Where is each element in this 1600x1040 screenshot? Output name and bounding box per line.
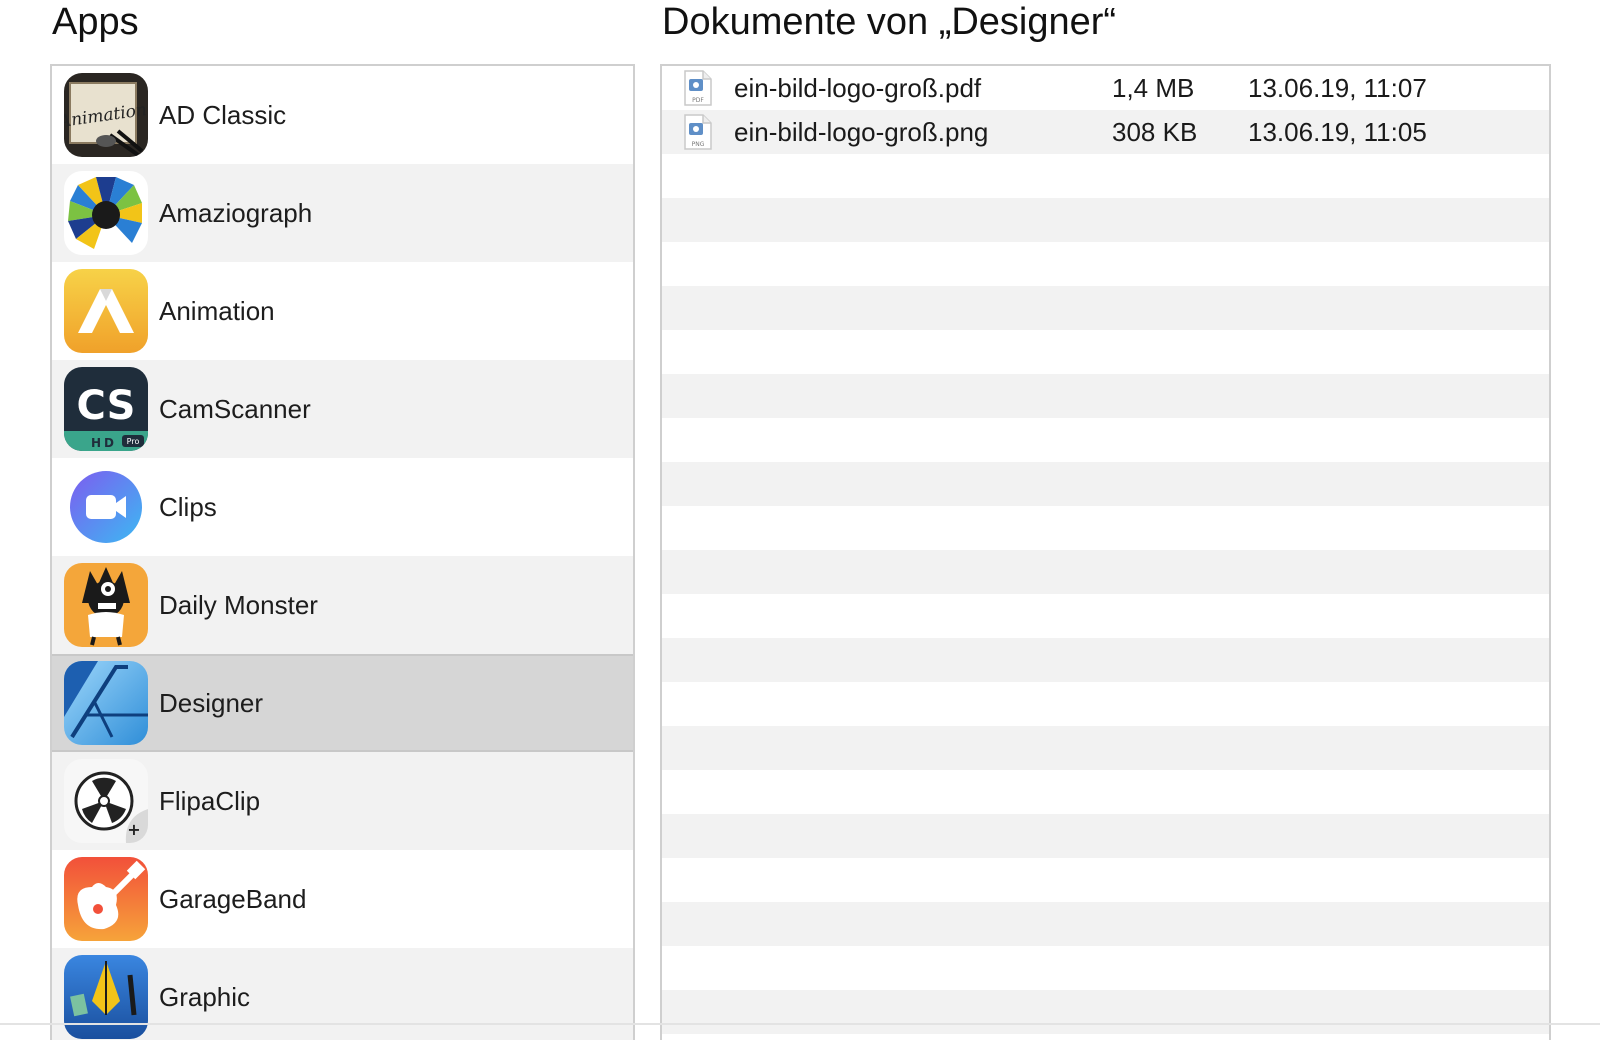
daily-monster-icon — [64, 563, 148, 647]
app-row-clips[interactable]: Clips — [52, 458, 633, 556]
empty-row — [662, 550, 1549, 594]
documents-list[interactable]: PDF ein-bild-logo-groß.pdf 1,4 MB 13.06.… — [660, 64, 1551, 1040]
png-file-icon: PNG — [684, 114, 712, 150]
app-row-animation[interactable]: Animation — [52, 262, 633, 360]
empty-row — [662, 638, 1549, 682]
app-row-camscanner[interactable]: CS HD Pro CamScanner — [52, 360, 633, 458]
app-name: Amaziograph — [159, 197, 313, 228]
png-file-icon-label: PNG — [692, 141, 705, 148]
empty-row — [662, 770, 1549, 814]
app-row-graphic[interactable]: Graphic — [52, 948, 633, 1040]
designer-icon — [64, 661, 148, 745]
app-name: GarageBand — [159, 883, 307, 914]
camscanner-icon: CS HD Pro — [64, 367, 148, 451]
empty-row — [662, 858, 1549, 902]
document-row-png[interactable]: PNG ein-bild-logo-groß.png 308 KB 13.06.… — [662, 110, 1549, 154]
document-size: 1,4 MB — [1112, 72, 1195, 103]
app-name: CamScanner — [159, 393, 311, 424]
empty-row — [662, 462, 1549, 506]
document-row-pdf[interactable]: PDF ein-bild-logo-groß.pdf 1,4 MB 13.06.… — [662, 66, 1549, 110]
bottom-divider — [0, 1023, 1600, 1025]
document-name: ein-bild-logo-groß.pdf — [734, 72, 982, 103]
camscanner-pro-text: Pro — [127, 437, 140, 446]
app-name: Designer — [159, 687, 264, 718]
document-date: 13.06.19, 11:07 — [1248, 72, 1427, 103]
app-row-flipaclip[interactable]: + FlipaClip — [52, 752, 633, 850]
empty-row — [662, 682, 1549, 726]
ad-classic-icon: Animation — [64, 73, 148, 157]
empty-row — [662, 902, 1549, 946]
animation-icon — [64, 269, 148, 353]
app-name: Daily Monster — [159, 589, 318, 620]
amaziograph-icon — [64, 171, 148, 255]
app-name: AD Classic — [159, 99, 287, 130]
app-row-daily-monster[interactable]: Daily Monster — [52, 556, 633, 654]
empty-row — [662, 374, 1549, 418]
graphic-icon — [64, 955, 148, 1039]
app-name: FlipaClip — [159, 785, 261, 816]
app-row-ad-classic[interactable]: Animation AD Classic — [52, 66, 633, 164]
app-name: Animation — [159, 295, 275, 326]
empty-row — [662, 990, 1549, 1034]
garageband-icon — [64, 857, 148, 941]
empty-row — [662, 418, 1549, 462]
documents-heading: Dokumente von „Designer“ — [662, 1, 1117, 43]
svg-text:+: + — [127, 820, 140, 839]
app-row-designer[interactable]: Designer — [52, 654, 633, 752]
apps-list[interactable]: Animation AD Classic Amaziograph Animati… — [50, 64, 635, 1040]
empty-row — [662, 506, 1549, 550]
empty-row — [662, 1034, 1549, 1040]
document-size: 308 KB — [1112, 116, 1198, 147]
empty-row — [662, 330, 1549, 374]
camscanner-icon-text: CS — [77, 383, 136, 429]
empty-row — [662, 154, 1549, 198]
pdf-file-icon: PDF — [684, 70, 712, 106]
document-name: ein-bild-logo-groß.png — [734, 116, 989, 147]
empty-row — [662, 286, 1549, 330]
empty-row — [662, 594, 1549, 638]
empty-row — [662, 198, 1549, 242]
document-date: 13.06.19, 11:05 — [1248, 116, 1427, 147]
app-name: Clips — [159, 491, 217, 522]
empty-row — [662, 814, 1549, 858]
app-row-amaziograph[interactable]: Amaziograph — [52, 164, 633, 262]
empty-row — [662, 726, 1549, 770]
apps-heading: Apps — [52, 1, 139, 43]
empty-row — [662, 242, 1549, 286]
empty-row — [662, 946, 1549, 990]
pdf-file-icon-label: PDF — [692, 97, 704, 104]
app-name: Graphic — [159, 981, 251, 1012]
app-row-garageband[interactable]: GarageBand — [52, 850, 633, 948]
clips-icon — [64, 465, 148, 549]
flipaclip-icon: + — [64, 759, 148, 843]
camscanner-icon-subtext: HD — [91, 436, 117, 450]
